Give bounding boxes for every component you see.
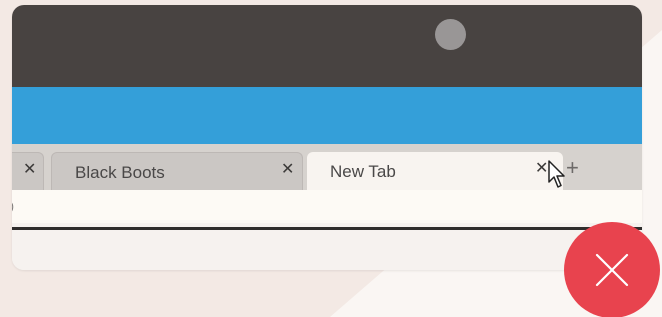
banner-area xyxy=(12,87,642,144)
x-icon xyxy=(595,253,629,287)
mouse-pointer-icon xyxy=(548,160,565,188)
tab-black-boots[interactable]: Black Boots ✕ xyxy=(51,152,303,190)
close-overlay-button[interactable] xyxy=(564,222,660,317)
close-icon[interactable]: ✕ xyxy=(281,161,294,179)
address-bar-glyph: ) xyxy=(12,199,14,213)
tab-label: Black Boots xyxy=(75,163,165,182)
browser-window: ✕ Black Boots ✕ New Tab ✕ + ) xyxy=(12,5,642,270)
close-icon[interactable]: ✕ xyxy=(23,161,36,179)
address-bar[interactable]: ) xyxy=(12,190,642,223)
page-content xyxy=(12,230,642,270)
tab-previous[interactable]: ✕ xyxy=(12,152,44,190)
tab-label: New Tab xyxy=(330,162,396,181)
tab-new-tab[interactable]: New Tab ✕ xyxy=(307,152,563,190)
camera-dot-icon xyxy=(435,19,466,50)
new-tab-button[interactable]: + xyxy=(566,157,579,179)
window-titlebar xyxy=(12,5,642,87)
